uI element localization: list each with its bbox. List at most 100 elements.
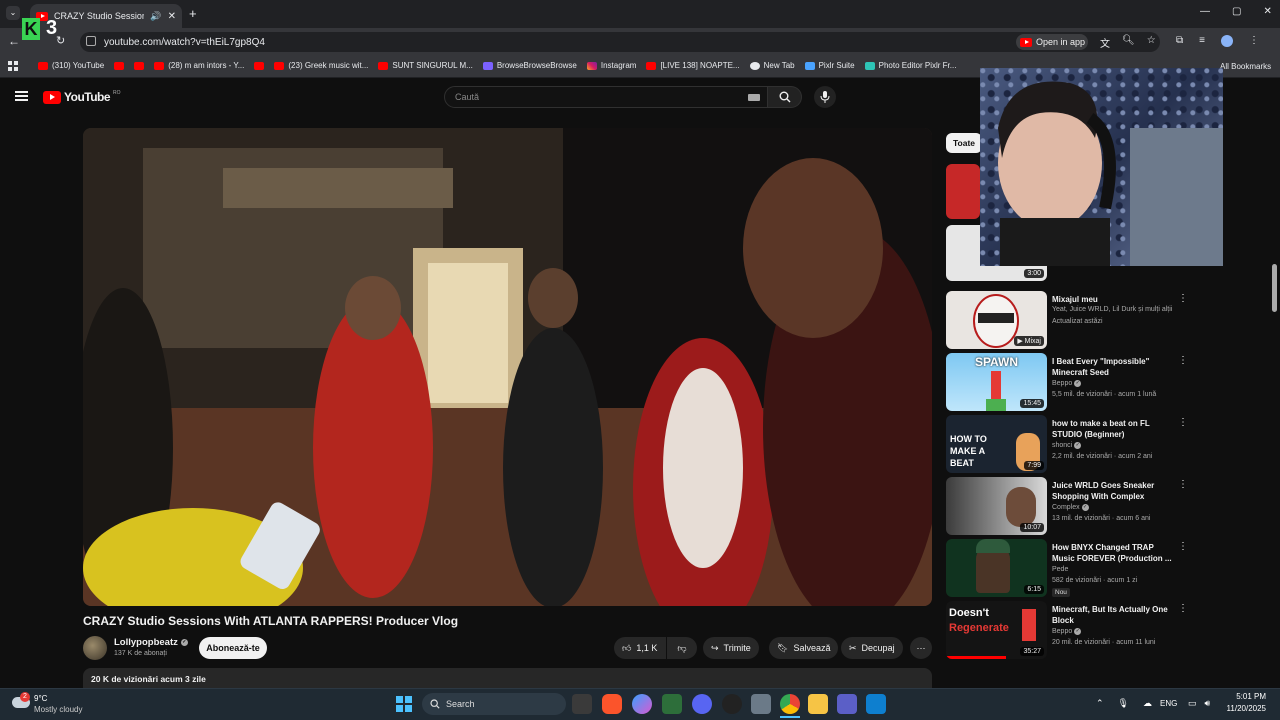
hamburger-menu-icon[interactable] bbox=[15, 91, 28, 101]
video-meta: 5,5 mil. de vizionări · acum 1 lună bbox=[1052, 391, 1157, 398]
apps-grid-icon[interactable] bbox=[8, 61, 18, 71]
clip-button[interactable]: ✂ Decupaj bbox=[841, 637, 903, 659]
page-scrollbar[interactable] bbox=[1272, 264, 1277, 312]
url-text: youtube.com/watch?v=thEiL7gp8Q4 bbox=[104, 36, 265, 48]
open-in-app-button[interactable]: Open in app bbox=[1016, 34, 1088, 50]
recommendation-card[interactable]: SPAWN 15:45 I Beat Every "Impossible" Mi… bbox=[946, 353, 1266, 411]
chevron-up-icon[interactable]: ⌃ bbox=[1096, 698, 1104, 709]
keyboard-icon[interactable] bbox=[748, 94, 760, 101]
share-button[interactable]: ↪ Trimite bbox=[703, 637, 759, 659]
weather-badge: 2 bbox=[20, 692, 30, 702]
bookmark-item[interactable]: [LIVE 138] NOAPTE... bbox=[646, 61, 740, 70]
reading-list-icon[interactable]: ≡ bbox=[1199, 35, 1205, 47]
monitor-icon[interactable]: ▭ bbox=[1188, 698, 1197, 709]
thumbnail: HOW TO MAKE A BEAT 7:99 bbox=[946, 415, 1047, 473]
microphone-icon[interactable]: 🎙︎ bbox=[1118, 698, 1129, 709]
bookmark-item[interactable]: (28) m am intors - Y... bbox=[154, 61, 244, 70]
translate-icon[interactable]: 文 bbox=[1100, 35, 1110, 50]
tab-search-icon[interactable]: ⌄ bbox=[6, 6, 20, 20]
zoom-icon[interactable]: 🔍︎ bbox=[1122, 35, 1135, 50]
discord-icon[interactable] bbox=[692, 694, 712, 714]
video-duration: 3:00 bbox=[1024, 269, 1044, 278]
bookmark-item[interactable] bbox=[254, 61, 265, 70]
subscribe-button[interactable]: Abonează-te bbox=[199, 637, 267, 659]
cloud-sync-icon[interactable]: ☁ bbox=[1143, 698, 1152, 709]
more-vert-icon[interactable]: ⋮ bbox=[1178, 480, 1188, 490]
recommendation-card[interactable]: HOW TO MAKE A BEAT 7:99 how to make a be… bbox=[946, 415, 1266, 473]
bookmark-item[interactable] bbox=[134, 61, 145, 70]
profile-avatar[interactable] bbox=[1220, 35, 1233, 47]
weather-temp[interactable]: 9°C bbox=[34, 694, 47, 703]
maximize-icon[interactable]: ▢ bbox=[1232, 6, 1241, 17]
volume-icon[interactable]: 🔊︎ bbox=[1205, 698, 1211, 709]
filter-chip-all[interactable]: Toate bbox=[946, 133, 982, 153]
description-box[interactable]: 20 K de vizionări acum 3 zile bbox=[83, 668, 932, 688]
calculator-icon[interactable] bbox=[751, 694, 771, 714]
copilot-icon[interactable] bbox=[632, 694, 652, 714]
recommendation-card[interactable]: Doesn't Regenerate 35:27 Minecraft, But … bbox=[946, 601, 1266, 659]
share-icon: ↪ bbox=[711, 642, 719, 653]
more-vert-icon[interactable]: ⋮ bbox=[1178, 542, 1188, 552]
youtube-logo[interactable]: YouTube RO bbox=[43, 90, 121, 104]
search-input[interactable]: Caută bbox=[444, 86, 768, 108]
chrome-icon[interactable] bbox=[780, 694, 800, 714]
bookmark-item[interactable]: BrowseBrowseBrowse bbox=[482, 61, 577, 70]
bookmark-item[interactable]: Photo Editor Pixlr Fr... bbox=[864, 61, 956, 70]
thumbnail[interactable] bbox=[946, 164, 980, 219]
app-icon[interactable] bbox=[662, 694, 682, 714]
bookmark-item[interactable]: Instagram bbox=[586, 61, 636, 70]
video-player[interactable] bbox=[83, 128, 932, 606]
dislike-button[interactable]: 👎︎ bbox=[667, 637, 697, 659]
bookmark-item[interactable]: (310) YouTube bbox=[38, 61, 104, 70]
like-button[interactable]: 👍︎ 1,1 K bbox=[614, 637, 666, 659]
channel-avatar[interactable] bbox=[83, 636, 107, 660]
clock-time[interactable]: 5:01 PM bbox=[1226, 692, 1266, 701]
windows-start-icon[interactable] bbox=[396, 696, 412, 712]
bookmark-item[interactable] bbox=[114, 61, 125, 70]
recommendation-card[interactable]: 10:07 Juice WRLD Goes Sneaker Shopping W… bbox=[946, 477, 1266, 535]
window-close-icon[interactable]: ✕ bbox=[1263, 6, 1271, 17]
minimize-icon[interactable]: — bbox=[1200, 6, 1210, 17]
recommendation-card[interactable]: ▶ Mixaj Mixajul meu Yeat, Juice WRLD, Li… bbox=[946, 291, 1266, 349]
voice-search-button[interactable] bbox=[814, 86, 836, 108]
recommendation-card[interactable]: 6:15 How BNYX Changed TRAP Music FOREVER… bbox=[946, 539, 1266, 597]
file-explorer-icon[interactable] bbox=[808, 694, 828, 714]
youtube-icon bbox=[646, 61, 657, 70]
more-vert-icon[interactable]: ⋮ bbox=[1178, 418, 1188, 428]
search-button[interactable] bbox=[768, 86, 802, 108]
tab-close-icon[interactable]: ✕ bbox=[168, 11, 176, 22]
extensions-icon[interactable]: ⧉ bbox=[1176, 35, 1183, 47]
video-meta: 2,2 mil. de vizionări · acum 2 ani bbox=[1052, 453, 1153, 460]
bookmark-item[interactable]: SUNT SINGURUL M... bbox=[378, 61, 473, 70]
chrome-menu-icon[interactable]: ⋮ bbox=[1249, 35, 1259, 47]
bookmark-star-icon[interactable]: ☆ bbox=[1147, 35, 1156, 50]
all-bookmarks-link[interactable]: All Bookmarks bbox=[1220, 62, 1271, 71]
more-actions-button[interactable]: ⋯ bbox=[910, 637, 932, 659]
kick-logo: K bbox=[22, 18, 40, 40]
more-vert-icon[interactable]: ⋮ bbox=[1178, 356, 1188, 366]
youtube-icon bbox=[378, 61, 389, 70]
site-info-icon[interactable] bbox=[86, 36, 96, 46]
bookmark-item[interactable]: Pixlr Suite bbox=[804, 61, 855, 70]
bookmark-item[interactable]: New Tab bbox=[749, 61, 795, 70]
clock-date[interactable]: 11/20/2025 bbox=[1218, 704, 1266, 713]
speaker-icon[interactable]: 🔊 bbox=[150, 11, 161, 22]
app-icon[interactable] bbox=[866, 694, 886, 714]
brave-icon[interactable] bbox=[602, 694, 622, 714]
taskbar-search[interactable]: Search bbox=[422, 693, 566, 715]
video-title: How BNYX Changed TRAP Music FOREVER (Pro… bbox=[1052, 543, 1172, 563]
reload-icon[interactable]: ↻ bbox=[56, 34, 65, 47]
task-view-icon[interactable] bbox=[572, 694, 592, 714]
bookmark-item[interactable]: (23) Greek music wit... bbox=[274, 61, 368, 70]
obs-icon[interactable] bbox=[722, 694, 742, 714]
save-button[interactable]: 🔖︎ Salvează bbox=[769, 637, 839, 659]
teams-icon[interactable] bbox=[837, 694, 857, 714]
more-vert-icon[interactable]: ⋮ bbox=[1178, 294, 1188, 304]
address-bar[interactable]: youtube.com/watch?v=thEiL7gp8Q4 bbox=[80, 32, 1160, 52]
more-vert-icon[interactable]: ⋮ bbox=[1178, 604, 1188, 614]
new-tab-icon[interactable]: + bbox=[189, 6, 197, 21]
video-duration: 15:45 bbox=[1020, 399, 1044, 408]
channel-name[interactable]: Lollypopbeatz ✓ bbox=[114, 637, 188, 648]
language-indicator[interactable]: ENG bbox=[1160, 699, 1177, 708]
back-icon[interactable]: ← bbox=[8, 34, 20, 48]
